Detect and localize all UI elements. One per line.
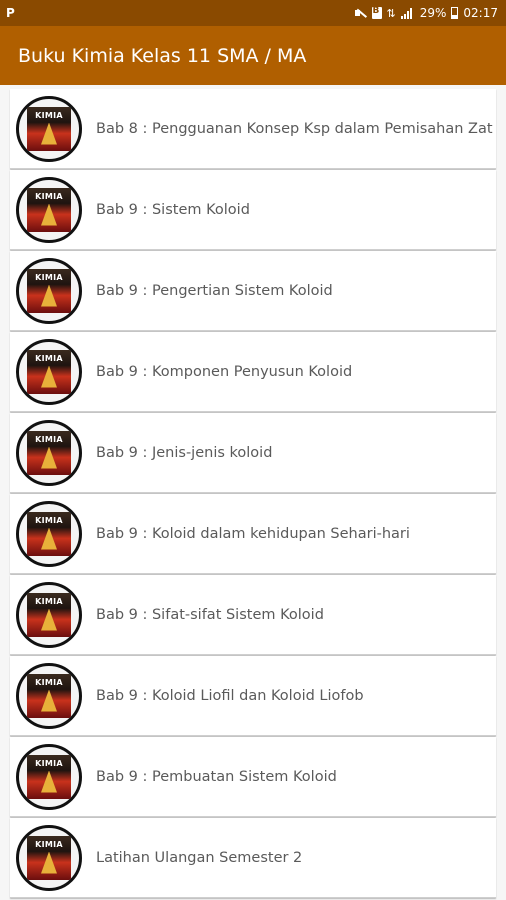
list-item-label: Bab 9 : Komponen Penyusun Koloid <box>96 363 353 380</box>
book-cover-thumbnail: KIMIA <box>16 581 82 648</box>
status-bar: P ⇅ 29% 02:17 <box>0 0 506 26</box>
book-cover-thumbnail: KIMIA <box>16 419 82 486</box>
list-item-label: Bab 9 : Koloid Liofil dan Koloid Liofob <box>96 687 364 704</box>
list-item-label: Bab 9 : Pembuatan Sistem Koloid <box>96 768 337 785</box>
cover-title: KIMIA <box>35 191 63 201</box>
list-item-label: Bab 9 : Sistem Koloid <box>96 201 250 218</box>
cover-title: KIMIA <box>35 596 63 606</box>
list-item[interactable]: KIMIA Bab 9 : Sifat-sifat Sistem Koloid <box>10 575 496 655</box>
list-item-label: Bab 9 : Jenis-jenis koloid <box>96 444 273 461</box>
cover-title: KIMIA <box>35 839 63 849</box>
list-item[interactable]: KIMIA Bab 9 : Sistem Koloid <box>10 170 496 250</box>
list-item-label: Bab 9 : Koloid dalam kehidupan Sehari-ha… <box>96 525 410 542</box>
list-item[interactable]: KIMIA Bab 9 : Jenis-jenis koloid <box>10 413 496 493</box>
mute-icon <box>354 8 367 18</box>
document-icon <box>371 6 382 19</box>
battery-icon <box>451 7 459 19</box>
list-item[interactable]: KIMIA Bab 9 : Pengertian Sistem Koloid <box>10 251 496 331</box>
list-item[interactable]: KIMIA Bab 9 : Koloid dalam kehidupan Seh… <box>10 494 496 574</box>
book-cover-thumbnail: KIMIA <box>16 824 82 891</box>
book-cover-thumbnail: KIMIA <box>16 500 82 567</box>
app-bar: Buku Kimia Kelas 11 SMA / MA <box>0 26 506 85</box>
data-arrows-icon: ⇅ <box>386 6 396 20</box>
list-item-label: Latihan Ulangan Semester 2 <box>96 849 303 866</box>
cover-title: KIMIA <box>35 353 63 363</box>
list-item-label: Bab 8 : Pengguanan Konsep Ksp dalam Pemi… <box>96 120 493 137</box>
book-cover-thumbnail: KIMIA <box>16 95 82 162</box>
cover-title: KIMIA <box>35 110 63 120</box>
cover-title: KIMIA <box>35 515 63 525</box>
cover-title: KIMIA <box>35 434 63 444</box>
book-cover-thumbnail: KIMIA <box>16 257 82 324</box>
notification-p-icon: P <box>6 6 15 20</box>
cover-title: KIMIA <box>35 272 63 282</box>
cover-title: KIMIA <box>35 677 63 687</box>
book-cover-thumbnail: KIMIA <box>16 662 82 729</box>
app-title: Buku Kimia Kelas 11 SMA / MA <box>18 44 307 67</box>
battery-percent: 29% <box>419 6 447 20</box>
list-item[interactable]: KIMIA Latihan Ulangan Semester 2 <box>10 818 496 898</box>
cover-title: KIMIA <box>35 758 63 768</box>
book-cover-thumbnail: KIMIA <box>16 338 82 405</box>
clock: 02:17 <box>463 6 498 20</box>
list-item[interactable]: KIMIA Bab 8 : Pengguanan Konsep Ksp dala… <box>10 89 496 169</box>
list-item-label: Bab 9 : Sifat-sifat Sistem Koloid <box>96 606 324 623</box>
list-item[interactable]: KIMIA Bab 9 : Koloid Liofil dan Koloid L… <box>10 656 496 736</box>
list-item-label: Bab 9 : Pengertian Sistem Koloid <box>96 282 333 299</box>
book-cover-thumbnail: KIMIA <box>16 743 82 810</box>
book-cover-thumbnail: KIMIA <box>16 176 82 243</box>
list-item[interactable]: KIMIA Bab 9 : Komponen Penyusun Koloid <box>10 332 496 412</box>
list-item[interactable]: KIMIA Bab 9 : Pembuatan Sistem Koloid <box>10 737 496 817</box>
signal-icon <box>400 7 415 19</box>
